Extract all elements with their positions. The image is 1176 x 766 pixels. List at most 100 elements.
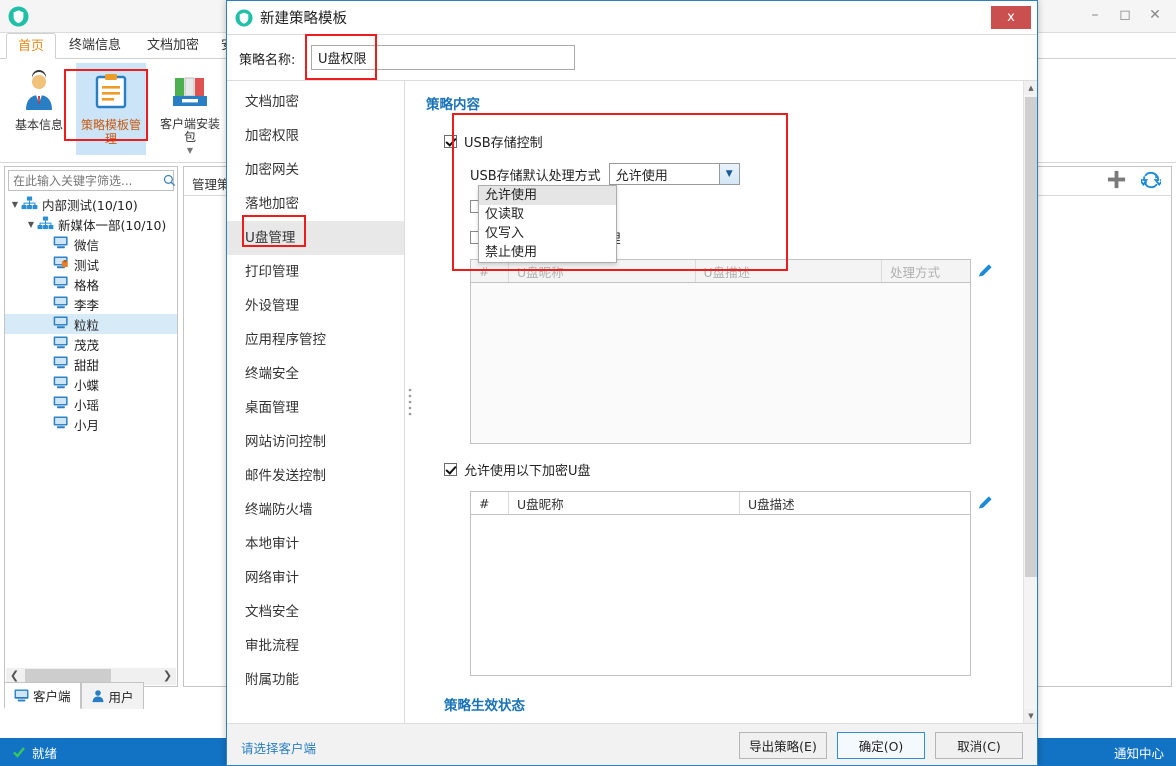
usb-default-mode-select[interactable]: 允许使用 ▼	[608, 163, 740, 185]
dialog-nav-item[interactable]: 加密权限	[227, 119, 404, 153]
usb-storage-control-checkbox-row[interactable]: USB存储控制	[444, 132, 997, 151]
pc-icon	[53, 336, 71, 352]
tree-node-label: 格格	[74, 277, 100, 293]
plus-icon[interactable]	[1106, 169, 1127, 190]
expand-arrow-icon[interactable]: ▼	[25, 220, 37, 229]
dialog-nav-item[interactable]: 应用程序管控	[227, 323, 404, 357]
usb-storage-control-checkbox[interactable]	[444, 135, 457, 148]
dropdown-option[interactable]: 允许使用	[479, 186, 616, 205]
tab-doc-encrypt[interactable]: 文档加密	[136, 33, 210, 59]
encrypted-usb-table[interactable]: # U盘昵称 U盘描述	[470, 491, 992, 676]
ribbon-policy-template-manage[interactable]: 策略模板管理	[76, 63, 146, 155]
dialog-nav-item[interactable]: 落地加密	[227, 187, 404, 221]
dialog-nav-item[interactable]: 本地审计	[227, 527, 404, 561]
column-description: U盘描述	[748, 496, 795, 512]
confirm-button[interactable]: 确定(O)	[837, 732, 925, 759]
column-handle-mode: 处理方式	[890, 264, 941, 280]
dialog-close-button[interactable]: x	[991, 6, 1031, 29]
chevron-down-icon[interactable]: ▼	[718, 164, 739, 184]
close-icon[interactable]: ✕	[1140, 2, 1170, 28]
dropdown-option[interactable]: 仅写入	[479, 224, 616, 243]
pc-icon	[53, 276, 71, 292]
expand-arrow-icon[interactable]: ▼	[9, 200, 21, 209]
select-client-link[interactable]: 请选择客户端	[241, 738, 316, 757]
table-body[interactable]	[471, 283, 970, 443]
scroll-up-icon[interactable]: ▲	[1024, 81, 1037, 95]
dialog-nav-item[interactable]: 桌面管理	[227, 391, 404, 425]
tab-home[interactable]: 首页	[6, 33, 57, 59]
tree-bottom-tabs[interactable]: 客户端 用户	[4, 681, 178, 709]
dialog-nav-item[interactable]: 终端安全	[227, 357, 404, 391]
dialog-nav-item[interactable]: 终端防火墙	[227, 493, 404, 527]
pencil-icon[interactable]	[977, 262, 994, 279]
dialog-nav-item[interactable]: 附属功能	[227, 663, 404, 697]
window-controls[interactable]: – ◻ ✕	[1080, 2, 1170, 28]
ribbon-label: 策略模板管理	[80, 118, 141, 146]
minimize-icon[interactable]: –	[1080, 2, 1110, 28]
bottom-tab-client[interactable]: 客户端	[4, 682, 81, 709]
dialog-nav-item[interactable]: U盘管理	[227, 221, 404, 255]
dialog-title: 新建策略模板	[260, 11, 347, 27]
tree-node[interactable]: ▼ 新媒体一部(10/10)	[5, 214, 177, 234]
policy-name-input[interactable]	[311, 45, 575, 70]
bottom-tab-user[interactable]: 用户	[80, 682, 144, 709]
dialog-nav-item[interactable]: 文档加密	[227, 85, 404, 119]
tree-search-box[interactable]	[8, 170, 176, 191]
dialog-nav-list[interactable]: 文档加密 加密权限 加密网关 落地加密 U盘管理 打印管理 外设管理 应用程序管控 终端安全 桌面…	[227, 81, 405, 723]
tree-node[interactable]: 小瑶	[5, 394, 177, 414]
usb-storage-control-label: USB存储控制	[464, 136, 543, 151]
client-tree[interactable]: ▼ 内部测试(10/10) ▼ 新媒体一部(10/10) 微信 测试 格格 李李 粒粒 茂茂 甜甜小…	[5, 194, 177, 666]
dialog-nav-item[interactable]: 邮件发送控制	[227, 459, 404, 493]
pc-lock-icon	[53, 256, 71, 272]
usb-default-mode-options[interactable]: 允许使用 仅读取 仅写入 禁止使用	[478, 185, 617, 263]
dialog-nav-item[interactable]: 审批流程	[227, 629, 404, 663]
pc-icon	[53, 356, 71, 372]
tree-node[interactable]: 甜甜	[5, 354, 177, 374]
table-body[interactable]	[471, 515, 970, 675]
ribbon-basic-info[interactable]: 基本信息	[4, 63, 74, 155]
dialog-nav-item[interactable]: 打印管理	[227, 255, 404, 289]
dialog-nav-item[interactable]: 外设管理	[227, 289, 404, 323]
tree-node[interactable]: 李李	[5, 294, 177, 314]
status-text: 就绪	[32, 745, 58, 761]
org-icon	[21, 196, 39, 212]
search-input[interactable]	[9, 173, 163, 188]
allow-encrypted-label: 允许使用以下加密U盘	[464, 464, 591, 479]
tab-terminal-info[interactable]: 终端信息	[58, 33, 132, 59]
scroll-down-icon[interactable]: ▼	[1024, 709, 1037, 723]
bottom-tab-label: 客户端	[33, 689, 71, 704]
pencil-icon[interactable]	[977, 494, 994, 511]
dialog-nav-item[interactable]: 网络审计	[227, 561, 404, 595]
tree-node[interactable]: 小蝶	[5, 374, 177, 394]
search-icon[interactable]	[163, 174, 176, 187]
scroll-thumb[interactable]	[1025, 97, 1037, 577]
allow-encrypted-checkbox[interactable]	[444, 463, 457, 476]
pc-icon	[53, 316, 71, 332]
maximize-icon[interactable]: ◻	[1110, 2, 1140, 28]
tree-node[interactable]: 茂茂	[5, 334, 177, 354]
table-header-row: # U盘昵称 U盘描述 处理方式	[471, 260, 970, 283]
cancel-button[interactable]: 取消(C)	[935, 732, 1023, 759]
tree-node[interactable]: 粒粒	[5, 314, 177, 334]
dropdown-option[interactable]: 仅读取	[479, 205, 616, 224]
export-policy-button[interactable]: 导出策略(E)	[739, 732, 827, 759]
dialog-nav-item[interactable]: 网站访问控制	[227, 425, 404, 459]
clipboard-icon	[90, 70, 132, 112]
tree-node[interactable]: 小月	[5, 414, 177, 434]
tree-node-label: 李李	[74, 297, 100, 313]
splitter-handle[interactable]	[405, 81, 414, 723]
dialog-nav-item[interactable]: 加密网关	[227, 153, 404, 187]
ribbon-client-install-package[interactable]: 客户端安装包 ▼	[155, 63, 225, 155]
chevron-down-icon[interactable]: ▼	[187, 146, 193, 155]
tree-node[interactable]: 格格	[5, 274, 177, 294]
tree-node[interactable]: 微信	[5, 234, 177, 254]
notification-center-link[interactable]: 通知中心	[1114, 743, 1164, 762]
special-usb-table[interactable]: # U盘昵称 U盘描述 处理方式	[470, 259, 992, 444]
dropdown-option[interactable]: 禁止使用	[479, 243, 616, 262]
tree-node[interactable]: ▼ 内部测试(10/10)	[5, 194, 177, 214]
dialog-nav-item[interactable]: 文档安全	[227, 595, 404, 629]
refresh-icon[interactable]	[1141, 170, 1161, 190]
content-vertical-scrollbar[interactable]: ▲ ▼	[1023, 81, 1037, 723]
allow-encrypted-checkbox-row[interactable]: 允许使用以下加密U盘	[444, 460, 997, 479]
tree-node[interactable]: 测试	[5, 254, 177, 274]
